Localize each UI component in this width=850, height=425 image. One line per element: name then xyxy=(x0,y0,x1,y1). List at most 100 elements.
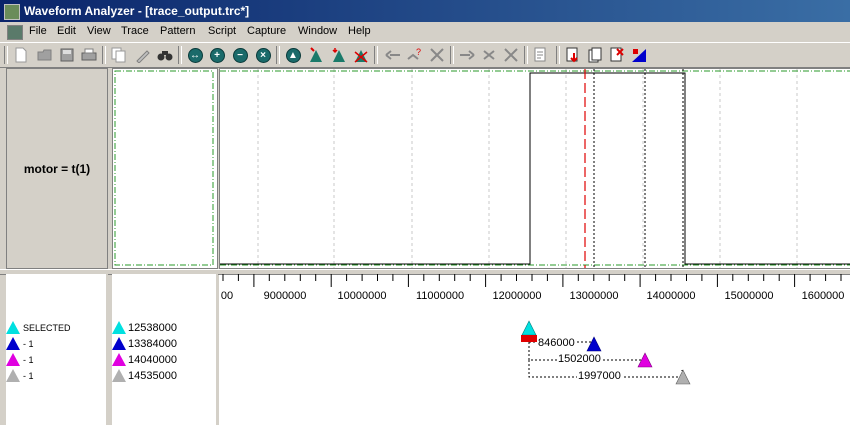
edge-prev-icon[interactable] xyxy=(384,46,402,64)
open-icon[interactable] xyxy=(36,46,54,64)
cursor-value-row: 14040000 xyxy=(112,352,177,367)
cursor-value: 14535000 xyxy=(128,369,177,382)
document-icon[interactable] xyxy=(7,25,23,40)
marker-delete-icon[interactable] xyxy=(352,46,370,64)
cursor-selected-marker xyxy=(521,320,537,336)
toolbar: ↔ + − × ▲ ? xyxy=(0,42,850,68)
cursor-blue-icon xyxy=(6,337,20,350)
export-page-icon[interactable] xyxy=(586,46,604,64)
export-chart-icon[interactable] xyxy=(630,46,648,64)
cursor-label: SELECTED xyxy=(23,322,71,333)
cursor-label-row[interactable]: - 1 xyxy=(6,368,34,383)
edit-icon[interactable] xyxy=(134,46,152,64)
cursor-value: 14040000 xyxy=(128,353,177,366)
cursor-label: - 1 xyxy=(23,338,34,349)
toolbar-separator xyxy=(178,46,182,64)
menu-bar: File Edit View Trace Pattern Script Capt… xyxy=(0,22,850,42)
svg-text:?: ? xyxy=(416,47,421,57)
waveform-svg xyxy=(220,69,850,268)
window-title: Waveform Analyzer - [trace_output.trc*] xyxy=(24,4,250,18)
cursor-value-row: 14535000 xyxy=(112,368,177,383)
menu-script[interactable]: Script xyxy=(208,25,236,37)
tick-label: 12000000 xyxy=(492,290,542,302)
delta-label: 1997000 xyxy=(577,370,622,382)
zoom-in-icon[interactable]: + xyxy=(208,46,226,64)
cursor-value-row: 12538000 xyxy=(112,320,177,335)
toolbar-separator xyxy=(276,46,280,64)
signal-value-pane xyxy=(112,68,218,269)
tick-label: 00 xyxy=(220,290,234,302)
tick-label: 13000000 xyxy=(569,290,619,302)
timeline-pane[interactable]: 00 9000000 10000000 11000000 12000000 13… xyxy=(219,274,850,425)
nav-left-right-icon[interactable]: ↔ xyxy=(186,46,204,64)
edge-clear-icon[interactable] xyxy=(428,46,446,64)
app-icon xyxy=(4,4,20,20)
cursor-magenta-icon xyxy=(6,353,20,366)
marker-set-icon[interactable] xyxy=(307,46,325,64)
delta-label: 1502000 xyxy=(557,353,602,365)
step-forward-icon[interactable] xyxy=(458,46,476,64)
toolbar-separator xyxy=(102,46,106,64)
save-icon[interactable] xyxy=(58,46,76,64)
step-next-icon[interactable] xyxy=(480,46,498,64)
cursor-label-pane: SELECTED - 1 - 1 - 1 xyxy=(6,274,106,425)
cursor-value-row: 13384000 xyxy=(112,336,177,351)
cursor-magenta-icon xyxy=(112,353,126,366)
cursor-label: - 1 xyxy=(23,354,34,365)
title-bar: Waveform Analyzer - [trace_output.trc*] xyxy=(0,0,850,22)
vertical-splitter[interactable] xyxy=(106,274,108,425)
report-icon[interactable] xyxy=(532,46,550,64)
tick-label: 15000000 xyxy=(724,290,774,302)
export-red-icon[interactable] xyxy=(564,46,582,64)
toolbar-separator xyxy=(450,46,454,64)
cursor-value: 12538000 xyxy=(128,321,177,334)
copy-icon[interactable] xyxy=(110,46,128,64)
signal-name-pane[interactable]: motor = t(1) xyxy=(6,68,108,269)
signal-waveform xyxy=(220,72,850,265)
value-pane-frame xyxy=(114,70,214,266)
waveform-pane[interactable] xyxy=(219,68,850,269)
tick-label: 9000000 xyxy=(263,290,307,302)
cursor-gray-icon xyxy=(6,369,20,382)
menu-edit[interactable]: Edit xyxy=(57,25,76,37)
menu-view[interactable]: View xyxy=(87,25,111,37)
new-icon[interactable] xyxy=(12,46,30,64)
menu-help[interactable]: Help xyxy=(348,25,371,37)
cursor-label-row[interactable]: - 1 xyxy=(6,336,34,351)
cursor-gray-marker xyxy=(675,369,691,385)
edge-query-icon[interactable]: ? xyxy=(406,46,424,64)
print-icon[interactable] xyxy=(80,46,98,64)
grid-lines xyxy=(257,69,798,268)
toolbar-separator xyxy=(4,46,8,64)
cursor-value: 13384000 xyxy=(128,337,177,350)
cursor-selected-icon xyxy=(112,321,126,334)
tick-label: 14000000 xyxy=(646,290,696,302)
cursor-blue-icon xyxy=(112,337,126,350)
marker-next-icon[interactable] xyxy=(330,46,348,64)
menu-pattern[interactable]: Pattern xyxy=(160,25,195,37)
tick-label: 10000000 xyxy=(337,290,387,302)
cursor-label-row[interactable]: SELECTED xyxy=(6,320,71,335)
cursor-blue-marker xyxy=(586,336,602,352)
toolbar-separator xyxy=(524,46,528,64)
find-icon[interactable] xyxy=(156,46,174,64)
menu-capture[interactable]: Capture xyxy=(247,25,286,37)
cursor-label-row[interactable]: - 1 xyxy=(6,352,34,367)
menu-trace[interactable]: Trace xyxy=(121,25,149,37)
cursor-selected-icon xyxy=(6,321,20,334)
vertical-splitter[interactable] xyxy=(216,274,218,425)
menu-file[interactable]: File xyxy=(29,25,47,37)
tick-label: 1600000 xyxy=(801,290,845,302)
export-delete-icon[interactable] xyxy=(608,46,626,64)
signal-name: motor = t(1) xyxy=(23,161,91,176)
menu-window[interactable]: Window xyxy=(298,25,337,37)
cursor-value-pane: 12538000 13384000 14040000 14535000 xyxy=(112,274,216,425)
step-clear-icon[interactable] xyxy=(502,46,520,64)
cursor-label: - 1 xyxy=(23,370,34,381)
cursor-gray-icon xyxy=(112,369,126,382)
ruler-ticks xyxy=(222,274,842,287)
zoom-fit-icon[interactable]: × xyxy=(254,46,272,64)
zoom-out-icon[interactable]: − xyxy=(231,46,249,64)
toolbar-separator xyxy=(556,46,560,64)
marker-up-icon[interactable]: ▲ xyxy=(284,46,302,64)
